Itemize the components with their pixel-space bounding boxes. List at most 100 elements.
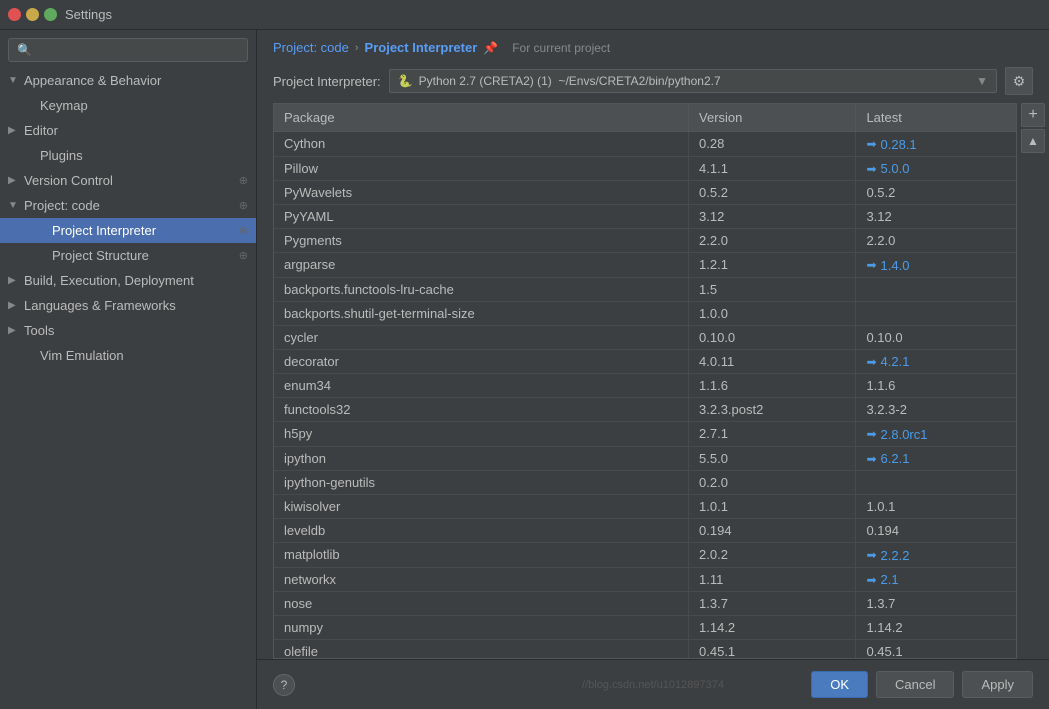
cell-package: Pillow	[274, 156, 689, 181]
table-row[interactable]: PyWavelets0.5.20.5.2	[274, 181, 1016, 205]
cell-latest	[856, 471, 1016, 495]
apply-button[interactable]: Apply	[962, 671, 1033, 698]
cell-version: 1.3.7	[689, 592, 856, 616]
cell-version: 0.5.2	[689, 181, 856, 205]
table-row[interactable]: backports.shutil-get-terminal-size1.0.0	[274, 301, 1016, 325]
cell-version: 1.0.0	[689, 301, 856, 325]
add-package-button[interactable]: +	[1021, 103, 1045, 127]
close-button[interactable]	[8, 8, 21, 21]
latest-version: 2.1	[881, 572, 899, 587]
breadcrumb-separator: ›	[355, 42, 359, 54]
sidebar-item-tools[interactable]: Tools	[0, 318, 256, 343]
cell-package: backports.functools-lru-cache	[274, 277, 689, 301]
cell-version: 0.2.0	[689, 471, 856, 495]
table-row[interactable]: ipython-genutils0.2.0	[274, 471, 1016, 495]
cell-latest: 1.14.2	[856, 616, 1016, 640]
content-area: Project: code › Project Interpreter 📌 Fo…	[257, 30, 1049, 709]
sidebar-item-label: Plugins	[40, 148, 83, 163]
breadcrumb-tag: For current project	[512, 41, 610, 55]
table-row[interactable]: functools323.2.3.post23.2.3-2	[274, 398, 1016, 422]
cell-package: matplotlib	[274, 543, 689, 568]
latest-version: 2.8.0rc1	[881, 427, 928, 442]
breadcrumb-project[interactable]: Project: code	[273, 40, 349, 55]
table-row[interactable]: kiwisolver1.0.11.0.1	[274, 495, 1016, 519]
arrow-right-icon: ➡	[866, 548, 876, 562]
sidebar-item-languages[interactable]: Languages & Frameworks	[0, 293, 256, 318]
table-row[interactable]: matplotlib2.0.2➡2.2.2	[274, 543, 1016, 568]
table-body: Cython0.28➡0.28.1Pillow4.1.1➡5.0.0PyWave…	[274, 132, 1016, 660]
table-row[interactable]: enum341.1.61.1.6	[274, 374, 1016, 398]
cell-version: 2.2.0	[689, 229, 856, 253]
cell-version: 1.14.2	[689, 616, 856, 640]
sidebar-item-plugins[interactable]: Plugins	[0, 143, 256, 168]
table-row[interactable]: leveldb0.1940.194	[274, 519, 1016, 543]
latest-version: 0.28.1	[881, 137, 917, 152]
arrow-icon	[8, 125, 20, 136]
ok-button[interactable]: OK	[811, 671, 868, 698]
table-row[interactable]: Cython0.28➡0.28.1	[274, 132, 1016, 157]
sidebar-item-build-exec[interactable]: Build, Execution, Deployment	[0, 268, 256, 293]
table-row[interactable]: cycler0.10.00.10.0	[274, 325, 1016, 349]
sidebar-item-project-interpreter[interactable]: Project Interpreter⊕	[0, 218, 256, 243]
cell-latest	[856, 301, 1016, 325]
table-row[interactable]: PyYAML3.123.12	[274, 205, 1016, 229]
cell-package: decorator	[274, 349, 689, 374]
table-row[interactable]: argparse1.2.1➡1.4.0	[274, 253, 1016, 278]
table-row[interactable]: backports.functools-lru-cache1.5	[274, 277, 1016, 301]
sidebar-item-label: Project Structure	[52, 248, 149, 263]
maximize-button[interactable]	[44, 8, 57, 21]
cell-version: 0.10.0	[689, 325, 856, 349]
cancel-button[interactable]: Cancel	[876, 671, 954, 698]
sidebar-item-editor[interactable]: Editor	[0, 118, 256, 143]
cell-latest: ➡6.2.1	[856, 446, 1016, 471]
cell-version: 1.5	[689, 277, 856, 301]
table-row[interactable]: decorator4.0.11➡4.2.1	[274, 349, 1016, 374]
packages-table-container[interactable]: Package Version Latest Cython0.28➡0.28.1…	[273, 103, 1017, 659]
arrow-icon	[8, 300, 20, 311]
cell-version: 2.7.1	[689, 422, 856, 447]
arrow-right-icon: ➡	[866, 452, 876, 466]
table-row[interactable]: olefile0.45.10.45.1	[274, 640, 1016, 660]
sidebar-item-version-control[interactable]: Version Control⊕	[0, 168, 256, 193]
cell-package: cycler	[274, 325, 689, 349]
cell-version: 1.2.1	[689, 253, 856, 278]
upgrade-indicator: ➡2.1	[866, 572, 898, 587]
table-row[interactable]: Pillow4.1.1➡5.0.0	[274, 156, 1016, 181]
search-input[interactable]	[8, 38, 248, 62]
cell-package: nose	[274, 592, 689, 616]
cell-version: 4.0.11	[689, 349, 856, 374]
arrow-right-icon: ➡	[866, 258, 876, 272]
cell-latest: 1.1.6	[856, 374, 1016, 398]
latest-version: 2.2.2	[881, 548, 910, 563]
sidebar-item-label: Languages & Frameworks	[24, 298, 176, 313]
table-row[interactable]: nose1.3.71.3.7	[274, 592, 1016, 616]
python-icon: 🐍	[398, 74, 413, 88]
table-row[interactable]: h5py2.7.1➡2.8.0rc1	[274, 422, 1016, 447]
sidebar-item-appearance[interactable]: Appearance & Behavior	[0, 68, 256, 93]
arrow-icon	[8, 325, 20, 336]
table-row[interactable]: Pygments2.2.02.2.0	[274, 229, 1016, 253]
cell-version: 4.1.1	[689, 156, 856, 181]
sidebar-item-vim[interactable]: Vim Emulation	[0, 343, 256, 368]
cell-package: functools32	[274, 398, 689, 422]
cell-package: backports.shutil-get-terminal-size	[274, 301, 689, 325]
table-row[interactable]: numpy1.14.21.14.2	[274, 616, 1016, 640]
minimize-button[interactable]	[26, 8, 39, 21]
sidebar-item-project-code[interactable]: Project: code⊕	[0, 193, 256, 218]
table-row[interactable]: networkx1.11➡2.1	[274, 567, 1016, 592]
interpreter-row: Project Interpreter: 🐍 Python 2.7 (CRETA…	[257, 63, 1049, 103]
sidebar-item-keymap[interactable]: Keymap	[0, 93, 256, 118]
cell-version: 1.1.6	[689, 374, 856, 398]
bottom-bar: ? //blog.csdn.net/u1012897374 OK Cancel …	[257, 659, 1049, 709]
scroll-up-button[interactable]: ▲	[1021, 129, 1045, 153]
table-area: Package Version Latest Cython0.28➡0.28.1…	[257, 103, 1049, 659]
help-button[interactable]: ?	[273, 674, 295, 696]
upgrade-indicator: ➡0.28.1	[866, 137, 916, 152]
sidebar-item-label: Build, Execution, Deployment	[24, 273, 194, 288]
cell-latest: 3.2.3-2	[856, 398, 1016, 422]
gear-button[interactable]: ⚙	[1005, 67, 1033, 95]
sidebar-item-project-structure[interactable]: Project Structure⊕	[0, 243, 256, 268]
latest-version: 4.2.1	[881, 354, 910, 369]
table-row[interactable]: ipython5.5.0➡6.2.1	[274, 446, 1016, 471]
interpreter-select[interactable]: 🐍 Python 2.7 (CRETA2) (1) ~/Envs/CRETA2/…	[389, 69, 997, 93]
